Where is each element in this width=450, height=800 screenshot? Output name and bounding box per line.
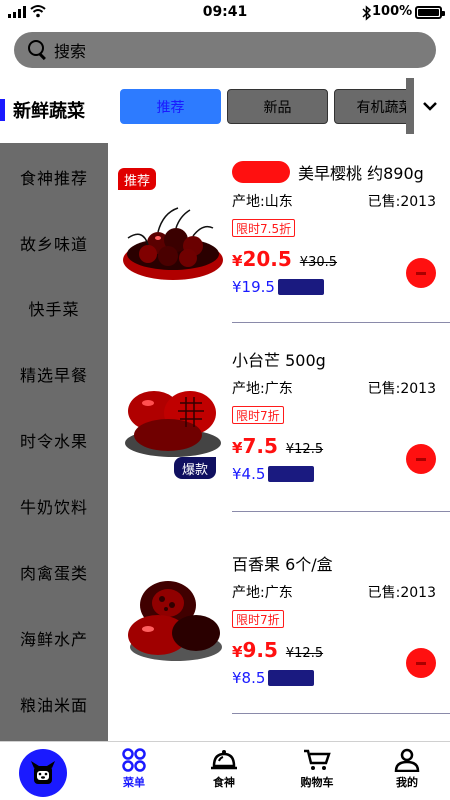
vip-price-value: ¥8.5: [232, 669, 266, 687]
product-name: 美早樱桃 约890g: [232, 160, 424, 184]
nav-label: 食神: [213, 776, 235, 789]
price-symbol: ¥: [232, 643, 243, 661]
product-sold: 已售:2013: [367, 194, 436, 210]
price-symbol: ¥: [232, 252, 243, 270]
discount-tag: 限时7折: [232, 406, 284, 424]
bluetooth-icon: [362, 5, 371, 21]
vip-tag: [268, 670, 315, 686]
price-symbol: ¥: [232, 439, 243, 457]
search-placeholder: 搜索: [54, 42, 87, 61]
product-image-passionfruit: [128, 581, 222, 661]
category-header: 新鲜蔬菜: [0, 95, 85, 125]
divider: [232, 713, 450, 714]
product-sold: 已售:2013: [367, 381, 436, 397]
sidebar-item-fruit[interactable]: 时令水果: [0, 420, 108, 460]
sidebar-item-meat-eggs[interactable]: 肉禽蛋类: [0, 552, 108, 592]
tab-bar: 推荐 新品 有机蔬菜: [120, 89, 414, 124]
price-value: 9.5: [242, 638, 278, 662]
product-origin: 产地:广东: [232, 585, 293, 601]
battery-icon: [415, 6, 445, 19]
vip-price-value: ¥4.5: [232, 465, 266, 483]
tab-new[interactable]: 新品: [227, 89, 328, 124]
old-price: ¥12.5: [285, 646, 324, 661]
tab-recommend[interactable]: 推荐: [120, 89, 221, 124]
hot-tag: 爆款: [174, 457, 217, 479]
sidebar-item-grain-oil[interactable]: 粮油米面: [0, 684, 108, 724]
product-list: 推荐 美早樱桃 约890g 产地:山东 已售:2013 限时7.5折 ¥ 20.…: [108, 143, 450, 741]
product-name: 百香果 6个/盒: [232, 551, 333, 575]
list-item[interactable]: 推荐 美早樱桃 约890g 产地:山东 已售:2013 限时7.5折 ¥ 20.…: [108, 143, 450, 323]
sidebar-item-chef-recommend[interactable]: 食神推荐: [0, 157, 108, 197]
vip-price: ¥19.5: [232, 278, 324, 296]
sidebar-item-hometown[interactable]: 故乡味道: [0, 223, 108, 263]
sidebar-item-quick-dish[interactable]: 快手菜: [0, 288, 108, 328]
nav-profile[interactable]: 我的: [377, 748, 437, 790]
product-origin: 产地:广东: [232, 381, 293, 397]
vip-price-value: ¥19.5: [232, 278, 275, 296]
vip-tag: [268, 466, 315, 482]
bottom-nav: 菜单 食神 购物车 我的: [0, 741, 450, 800]
product-image-mango: [125, 391, 221, 457]
category-accent-bar: [0, 99, 5, 121]
product-name: 小台芒 500g: [232, 347, 326, 371]
product-sold: 已售:2013: [367, 585, 436, 601]
category-title: 新鲜蔬菜: [13, 101, 85, 122]
list-item[interactable]: 百香果 6个/盒 产地:广东 已售:2013 限时7折 ¥ 9.5 ¥12.5 …: [108, 535, 450, 715]
vip-price: ¥8.5: [232, 669, 315, 687]
product-price: ¥ 20.5 ¥30.5: [232, 247, 337, 271]
chef-cloche-icon: [211, 750, 237, 770]
sidebar-item-breakfast[interactable]: 精选早餐: [0, 354, 108, 394]
nav-label: 购物车: [300, 776, 334, 789]
user-icon: [394, 748, 420, 772]
old-price: ¥12.5: [285, 442, 324, 457]
price-value: 7.5: [242, 434, 278, 458]
status-bar: 09:41 100%: [0, 0, 450, 26]
discount-tag: 限时7.5折: [232, 219, 296, 237]
sidebar: 食神推荐 故乡味道 快手菜 精选早餐 时令水果 牛奶饮料 肉禽蛋类 海鲜水产 粮…: [0, 143, 108, 741]
price-value: 20.5: [242, 247, 292, 271]
nav-chef[interactable]: 食神: [194, 748, 254, 790]
tab-organic[interactable]: 有机蔬菜: [334, 89, 414, 124]
discount-tag: 限时7折: [232, 610, 284, 628]
recommend-tag: 推荐: [118, 168, 157, 190]
battery-percent: 100%: [372, 4, 413, 19]
list-item[interactable]: 爆款 小台芒 500g 产地:广东 已售:2013 限时7折 ¥ 7.5 ¥12…: [108, 333, 450, 513]
sidebar-item-milk-drinks[interactable]: 牛奶饮料: [0, 486, 108, 526]
cart-add-icon[interactable]: [406, 258, 436, 288]
nav-label: 菜单: [123, 776, 145, 789]
sidebar-item-seafood[interactable]: 海鲜水产: [0, 618, 108, 658]
old-price: ¥30.5: [299, 255, 338, 270]
product-badge: [232, 161, 290, 183]
nav-label: 我的: [396, 776, 418, 789]
divider: [232, 322, 450, 323]
chevron-down-icon[interactable]: [418, 92, 442, 120]
menu-grid-icon: [122, 748, 146, 772]
search-icon: [28, 40, 48, 60]
search-input[interactable]: 搜索: [14, 32, 436, 68]
dog-logo-icon[interactable]: [19, 749, 67, 797]
product-price: ¥ 9.5 ¥12.5: [232, 638, 323, 662]
nav-menu[interactable]: 菜单: [104, 748, 164, 790]
nav-cart[interactable]: 购物车: [287, 748, 347, 790]
cart-add-icon[interactable]: [406, 648, 436, 678]
cart-add-icon[interactable]: [406, 444, 436, 474]
product-image-cherry: [123, 207, 223, 280]
tab-scroll-shade: [406, 78, 414, 134]
vip-price: ¥4.5: [232, 465, 315, 483]
divider: [232, 511, 450, 512]
vip-tag: [277, 279, 324, 295]
product-title: 百香果 6个/盒: [232, 555, 333, 574]
product-title: 美早樱桃 约890g: [298, 164, 424, 183]
cart-icon: [304, 749, 331, 770]
product-origin: 产地:山东: [232, 194, 293, 210]
product-price: ¥ 7.5 ¥12.5: [232, 434, 323, 458]
product-title: 小台芒 500g: [232, 351, 326, 370]
